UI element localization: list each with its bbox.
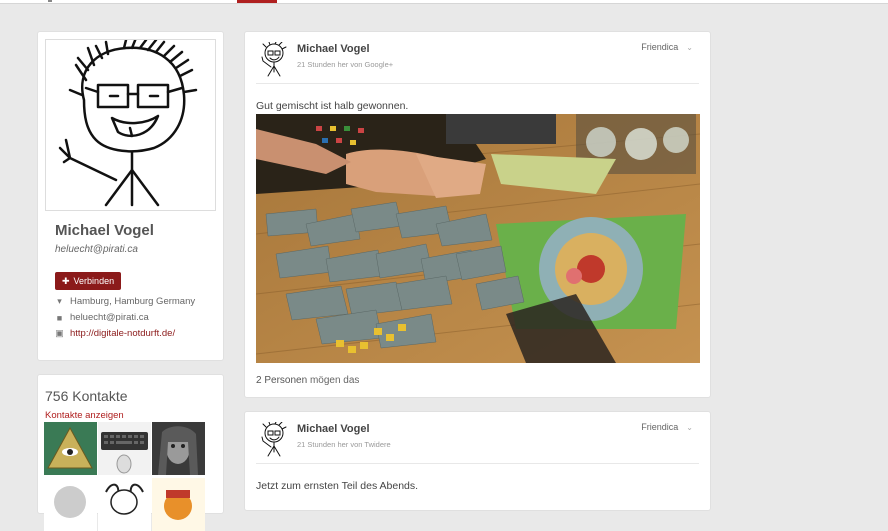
board-game-photo-icon (256, 114, 700, 363)
keyboard-mouse-icon (98, 422, 151, 475)
connect-button-label: Verbinden (73, 276, 115, 286)
post-card: Michael Vogel 21 Stunden her von Twidere… (244, 411, 711, 511)
post-card: Michael Vogel 21 Stunden her von Google+… (244, 31, 711, 398)
stick-figure-avatar-icon (261, 41, 287, 77)
stick-figure-avatar-icon (58, 36, 198, 207)
nav-indicator (48, 0, 52, 2)
post-text: Gut gemischt ist halb gewonnen. (256, 100, 409, 112)
contact-thumb-gnu[interactable] (98, 478, 151, 531)
connect-button[interactable]: ✚ Verbinden (55, 272, 122, 290)
portrait-photo-icon (152, 422, 205, 475)
homepage-row: ▣ http://digitale-notdurft.de/ (55, 328, 175, 339)
post-image[interactable] (256, 114, 700, 363)
gnu-head-icon (98, 478, 151, 531)
post-meta[interactable]: 21 Stunden her von Google+ (297, 60, 393, 69)
location-text: Hamburg, Hamburg Germany (70, 296, 196, 307)
show-contacts-link[interactable]: Kontakte anzeigen (45, 410, 124, 421)
homepage-link[interactable]: http://digitale-notdurft.de/ (70, 328, 175, 339)
sketch-face-icon (44, 478, 97, 531)
profile-card: Michael Vogel heluecht@pirati.ca ✚ Verbi… (37, 31, 224, 361)
contact-thumb-character[interactable] (152, 478, 205, 531)
post-divider (256, 83, 699, 84)
contacts-card: 756 Kontakte Kontakte anzeigen (37, 374, 224, 531)
author-avatar[interactable] (258, 41, 288, 78)
likes-count-link[interactable]: 2 Personen (256, 375, 307, 386)
network-dropdown[interactable]: Friendica ⌄ (641, 42, 693, 52)
contact-thumb-pyramid[interactable] (44, 422, 97, 475)
top-navigation-bar (0, 0, 888, 4)
chevron-down-icon: ⌄ (686, 422, 693, 432)
network-dropdown[interactable]: Friendica ⌄ (641, 422, 693, 432)
profile-address: heluecht@pirati.ca (55, 244, 138, 255)
add-user-icon: ✚ (62, 276, 70, 286)
contacts-count: 756 Kontakte (45, 388, 128, 404)
orange-character-icon (152, 478, 205, 531)
post-meta[interactable]: 21 Stunden her von Twidere (297, 440, 391, 449)
post-divider (256, 463, 699, 464)
profile-photo[interactable] (45, 36, 216, 211)
location-row: ▾ Hamburg, Hamburg Germany (55, 296, 195, 307)
contact-thumb-portrait[interactable] (152, 422, 205, 475)
external-link-icon: ▣ (55, 328, 64, 338)
comments-icon: ■ (56, 312, 63, 323)
author-avatar[interactable] (258, 421, 288, 458)
post-text: Jetzt zum ernsten Teil des Abends. (256, 480, 419, 492)
active-tab-indicator[interactable] (237, 0, 277, 3)
handle-text: heluecht@pirati.ca (70, 312, 149, 323)
map-marker-icon: ▾ (57, 296, 62, 306)
handle-row: ■ heluecht@pirati.ca (55, 312, 149, 323)
pyramid-eye-icon (44, 422, 97, 475)
likes-summary: 2 Personen mögen das (256, 375, 359, 386)
network-label: Friendica (641, 42, 679, 52)
network-label: Friendica (641, 422, 679, 432)
chevron-down-icon: ⌄ (686, 42, 693, 52)
contact-thumb-keyboard[interactable] (98, 422, 151, 475)
likes-suffix: mögen das (309, 375, 360, 386)
author-name[interactable]: Michael Vogel (297, 43, 370, 55)
author-name[interactable]: Michael Vogel (297, 423, 370, 435)
stick-figure-avatar-icon (261, 421, 287, 457)
profile-name: Michael Vogel (55, 222, 154, 239)
contact-thumb-sketch[interactable] (44, 478, 97, 531)
